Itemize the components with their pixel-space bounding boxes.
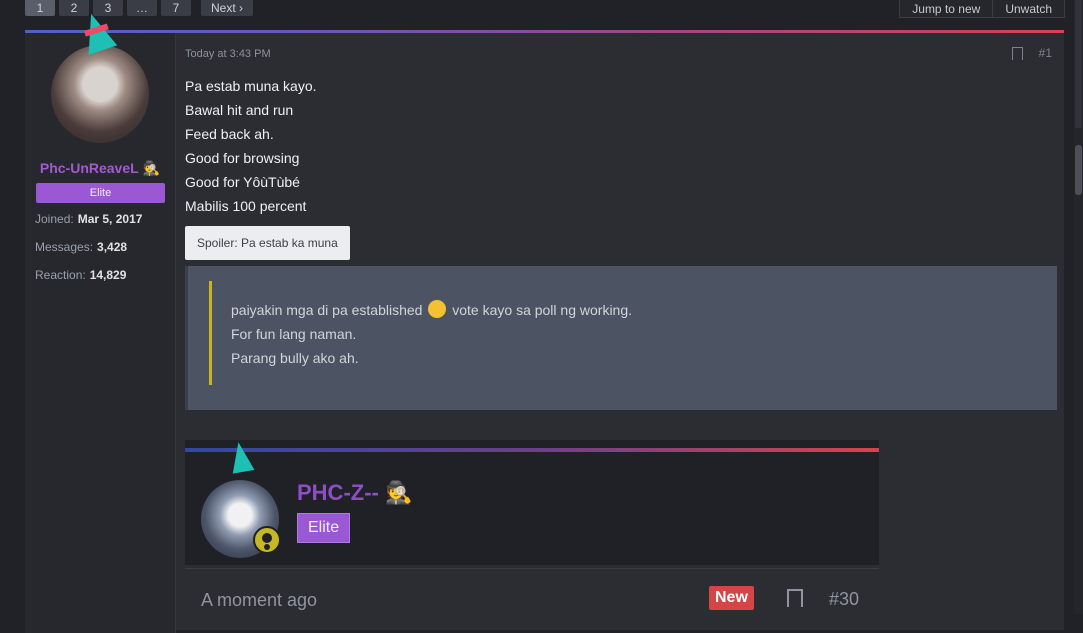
embedded-post-number[interactable]: #30 xyxy=(829,589,859,610)
quote-line-1-end: vote kayo sa poll ng working. xyxy=(452,302,633,318)
username[interactable]: Phc-UnReaveL 🕵 xyxy=(25,160,175,177)
online-status-icon xyxy=(253,526,281,554)
thread-actions: Jump to new Unwatch xyxy=(899,0,1065,18)
embedded-timestamp[interactable]: A moment ago xyxy=(201,590,317,611)
post-line: Good for YôùTùbé xyxy=(185,174,300,190)
unwatch-button[interactable]: Unwatch xyxy=(992,0,1064,17)
party-hat-icon xyxy=(227,440,255,474)
post-line: Bawal hit and run xyxy=(185,102,294,118)
post-accent-bar xyxy=(25,30,1064,33)
post-line: Good for browsing xyxy=(185,150,300,166)
avatar[interactable] xyxy=(51,45,149,143)
scrollbar-top-segment xyxy=(1075,0,1082,128)
joined-stat: Joined: Mar 5, 2017 xyxy=(35,212,142,226)
embedded-post-accent-bar xyxy=(185,448,879,452)
rank-badge: Elite xyxy=(36,183,165,203)
embedded-post-card: PHC-Z-- 🕵 Elite xyxy=(185,440,879,565)
page-2-link[interactable]: 2 xyxy=(59,0,89,16)
post-timestamp[interactable]: Today at 3:43 PM xyxy=(185,48,271,60)
quote-line-3: Parang bully ako ah. xyxy=(231,350,359,366)
embedded-rank-badge: Elite xyxy=(297,513,351,543)
page-1-link[interactable]: 1 xyxy=(25,0,55,16)
messages-label: Messages: xyxy=(35,240,94,254)
page-ellipsis[interactable]: … xyxy=(127,0,157,16)
incognito-icon: 🕵 xyxy=(142,160,161,176)
jump-to-new-button[interactable]: Jump to new xyxy=(900,0,993,17)
quote-block: paiyakin mga di pa established vote kayo… xyxy=(185,266,1057,410)
post-number[interactable]: #1 xyxy=(1039,46,1052,60)
quote-bar xyxy=(209,281,212,385)
embedded-username-text[interactable]: PHC-Z-- xyxy=(297,480,379,505)
page-7-link[interactable]: 7 xyxy=(161,0,191,16)
scrollbar[interactable] xyxy=(1074,0,1083,614)
embedded-username[interactable]: PHC-Z-- 🕵 xyxy=(297,480,412,506)
post-line: Mabilis 100 percent xyxy=(185,198,307,214)
username-text[interactable]: Phc-UnReaveL xyxy=(40,160,139,176)
bookmark-icon[interactable] xyxy=(787,589,803,607)
messages-stat: Messages: 3,428 xyxy=(35,240,127,254)
reaction-stat: Reaction: 14,829 xyxy=(35,268,126,282)
embedded-post-footer: A moment ago New #30 xyxy=(185,568,879,611)
quote-line-1-start: paiyakin mga di pa established xyxy=(231,302,423,318)
new-badge: New xyxy=(709,586,754,610)
user-info-column: Phc-UnReaveL 🕵 Elite Joined: Mar 5, 2017 M… xyxy=(25,9,176,633)
messages-value[interactable]: 3,428 xyxy=(97,240,127,254)
incognito-icon: 🕵 xyxy=(385,480,413,505)
reaction-value: 14,829 xyxy=(89,268,127,282)
bookmark-icon[interactable] xyxy=(1011,46,1023,64)
reaction-label: Reaction: xyxy=(35,268,86,282)
post-actions: #1 xyxy=(1011,46,1052,64)
scrollbar-thumb[interactable] xyxy=(1075,145,1082,195)
pagination: 1 2 3 … 7 Next › xyxy=(25,0,254,16)
rofl-emoji-icon xyxy=(428,300,447,318)
quote-line-2: For fun lang naman. xyxy=(231,326,357,342)
joined-value: Mar 5, 2017 xyxy=(77,212,143,226)
spoiler-button[interactable]: Spoiler: Pa estab ka muna xyxy=(185,226,350,260)
quote-line-1: paiyakin mga di pa established vote kayo… xyxy=(231,298,632,322)
post-line: Feed back ah. xyxy=(185,126,274,142)
joined-label: Joined: xyxy=(35,212,74,226)
next-page-button[interactable]: Next › xyxy=(201,0,254,16)
quote-text: paiyakin mga di pa established vote kayo… xyxy=(231,298,632,370)
post-body: Pa estab muna kayo. Bawal hit and run Fe… xyxy=(185,74,1045,260)
post-container: Phc-UnReaveL 🕵 Elite Joined: Mar 5, 2017 M… xyxy=(25,9,1064,633)
post-line: Pa estab muna kayo. xyxy=(185,78,317,94)
